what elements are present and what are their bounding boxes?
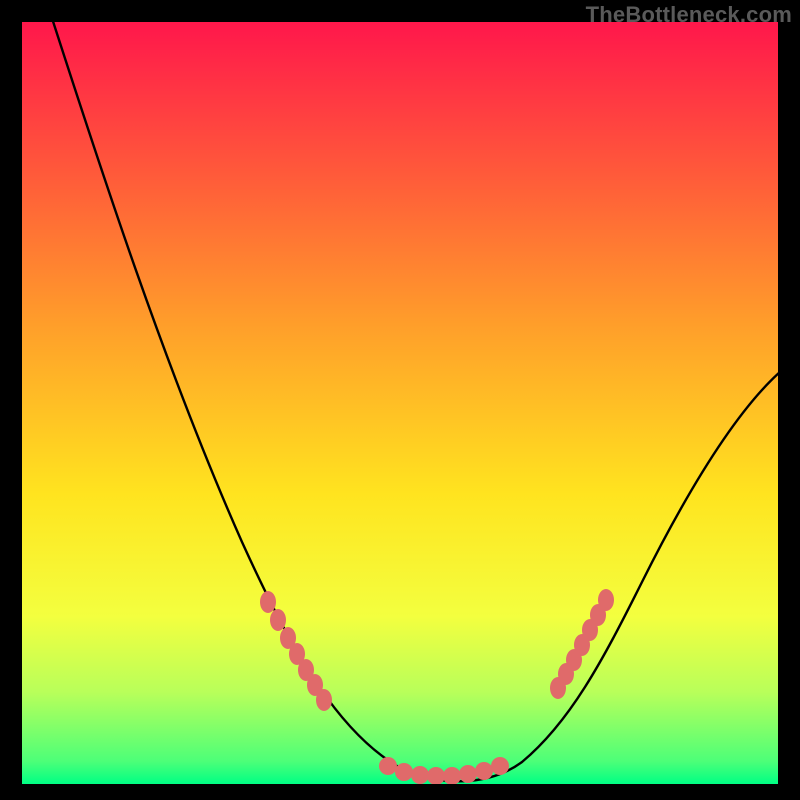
chart-plot-area bbox=[22, 22, 778, 784]
watermark-text: TheBottleneck.com bbox=[586, 2, 792, 28]
bottleneck-curve bbox=[50, 22, 778, 781]
highlight-dots bbox=[260, 589, 614, 784]
chart-svg bbox=[22, 22, 778, 784]
